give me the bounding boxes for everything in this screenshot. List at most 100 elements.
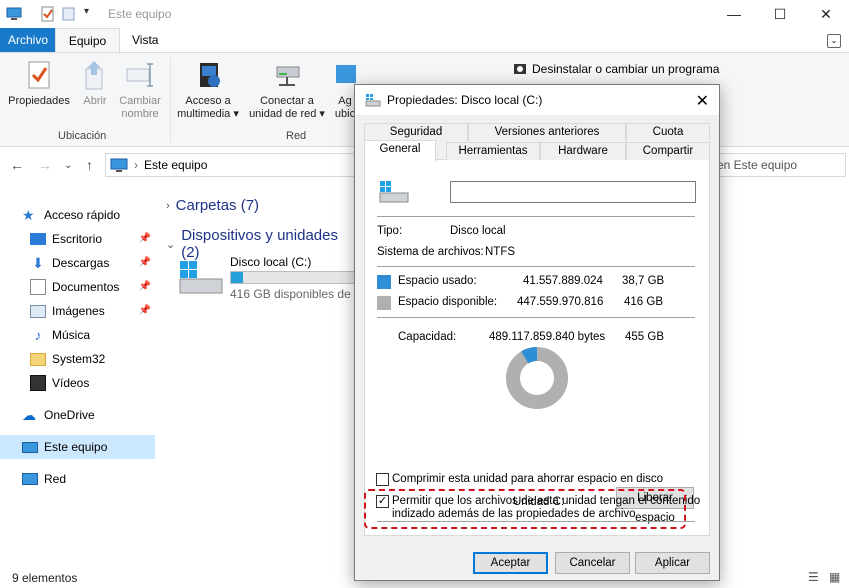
rename-button[interactable]: Cambiar nombre	[116, 59, 164, 121]
sidebar-item-music[interactable]: ♪ Música	[0, 323, 155, 347]
maximize-button[interactable]: ☐	[757, 0, 803, 28]
chevron-down-icon: ⌄	[166, 238, 176, 251]
music-icon: ♪	[34, 327, 42, 343]
ribbon-tabs: Archivo Equipo Vista ⌄	[0, 28, 849, 53]
free-space-gb: 416 GB	[624, 296, 663, 308]
compress-checkbox[interactable]	[376, 473, 389, 486]
video-icon	[30, 375, 46, 391]
tab-equipo[interactable]: Equipo	[55, 28, 120, 53]
pin-icon[interactable]: 📌	[139, 281, 151, 292]
network-icon	[22, 473, 38, 485]
navigation-pane: ★ Acceso rápido Escritorio 📌 ⬇ Descargas…	[0, 195, 160, 565]
sidebar-item-label: Música	[52, 328, 91, 342]
tab-compartir[interactable]: Compartir	[626, 142, 710, 160]
drive-name-input[interactable]	[450, 181, 696, 203]
sidebar-item-label: System32	[52, 352, 106, 366]
sidebar-item-documents[interactable]: Documentos 📌	[0, 275, 155, 299]
add-location-label-1: Ag	[338, 95, 352, 107]
dialog-close-icon[interactable]: ✕	[696, 91, 709, 111]
document-icon	[30, 279, 46, 295]
tab-cuota[interactable]: Cuota	[626, 123, 710, 141]
item-count: 9 elementos	[12, 571, 78, 585]
pin-icon[interactable]: 📌	[139, 305, 151, 316]
sidebar-item-system32[interactable]: System32	[0, 347, 155, 371]
back-arrow-icon[interactable]: ←	[10, 157, 24, 173]
drive-name: Disco local (C:)	[230, 255, 312, 269]
open-button[interactable]: Abrir	[78, 59, 112, 108]
properties-icon	[28, 61, 50, 89]
properties-button[interactable]: Propiedades	[6, 59, 72, 108]
properties-dialog: Propiedades: Disco local (C:) ✕ Segurida…	[354, 84, 720, 581]
sidebar-item-onedrive[interactable]: ☁ OneDrive	[0, 403, 155, 427]
tab-general[interactable]: General	[364, 140, 436, 162]
minimize-button[interactable]: —	[711, 0, 757, 28]
pin-icon[interactable]: 📌	[139, 257, 151, 268]
tab-vista[interactable]: Vista	[124, 28, 166, 53]
tab-versiones-anteriores[interactable]: Versiones anteriores	[468, 123, 626, 141]
folder-icon	[30, 352, 46, 366]
highlight-annotation	[364, 489, 686, 529]
search-input[interactable]: en Este equipo	[706, 153, 846, 177]
group-label-ubicacion: Ubicación	[58, 130, 107, 142]
uninstall-icon	[514, 64, 526, 74]
media-icon	[200, 63, 220, 87]
dialog-title: Propiedades: Disco local (C:)	[387, 93, 543, 107]
tab-hardware[interactable]: Hardware	[540, 142, 626, 160]
properties-quick-icon[interactable]	[40, 6, 56, 22]
pin-icon[interactable]: 📌	[139, 233, 151, 244]
new-folder-quick-icon[interactable]	[62, 6, 76, 22]
capacity-bytes: 489.117.859.840 bytes	[489, 331, 606, 343]
sidebar-item-network[interactable]: Red	[0, 467, 155, 491]
desktop-icon	[30, 233, 46, 245]
folders-header-label: Carpetas (7)	[175, 197, 260, 214]
sidebar-item-downloads[interactable]: ⬇ Descargas 📌	[0, 251, 155, 275]
sidebar-item-quick-access[interactable]: ★ Acceso rápido	[0, 203, 155, 227]
properties-label: Propiedades	[8, 95, 70, 107]
divider	[377, 216, 695, 217]
chevron-right-icon: ›	[166, 199, 170, 212]
media-access-button[interactable]: Acceso a multimedia ▾	[174, 59, 242, 121]
group-divider	[170, 57, 171, 143]
apply-button[interactable]: Aplicar	[635, 552, 710, 574]
ok-button[interactable]: Aceptar	[473, 552, 548, 574]
sidebar-item-this-pc[interactable]: Este equipo	[0, 435, 155, 459]
tab-seguridad[interactable]: Seguridad	[364, 123, 468, 141]
ribbon-expand-icon[interactable]: ⌄	[827, 34, 841, 48]
add-location-icon	[336, 65, 356, 83]
capacity-gb: 455 GB	[625, 331, 664, 343]
forward-arrow-icon[interactable]: →	[38, 157, 52, 173]
up-arrow-icon[interactable]: ↑	[86, 157, 93, 173]
sidebar-item-label: Vídeos	[52, 376, 90, 390]
used-space-gb: 38,7 GB	[622, 275, 665, 287]
sidebar-item-videos[interactable]: Vídeos	[0, 371, 155, 395]
sidebar-item-label: Documentos	[52, 280, 120, 294]
sidebar-item-desktop[interactable]: Escritorio 📌	[0, 227, 155, 251]
quick-access-dropdown-icon[interactable]: ▾	[84, 6, 89, 22]
used-space-swatch	[377, 275, 391, 289]
sidebar-item-label: Acceso rápido	[44, 208, 121, 222]
sidebar-item-pictures[interactable]: Imágenes 📌	[0, 299, 155, 323]
free-space-bytes: 447.559.970.816	[517, 296, 604, 308]
close-button[interactable]: ✕	[803, 0, 849, 28]
uninstall-program-button[interactable]: Desinstalar o cambiar un programa	[513, 62, 719, 76]
folders-section-header[interactable]: › Carpetas (7)	[166, 197, 259, 214]
tab-archivo[interactable]: Archivo	[0, 28, 56, 53]
large-icons-view-icon[interactable]: ▦	[829, 570, 840, 584]
add-location-label-2: ubic	[334, 108, 356, 120]
group-label-red: Red	[286, 130, 307, 142]
cancel-button[interactable]: Cancelar	[555, 552, 630, 574]
details-view-icon[interactable]: ☰	[808, 570, 819, 584]
drive-tile[interactable]: Disco local (C:) 416 GB disponibles de 4	[178, 253, 378, 301]
recent-dropdown-icon[interactable]: ⌄	[64, 160, 72, 171]
drive-free-text: 416 GB disponibles de 4	[230, 287, 361, 301]
add-location-button[interactable]: Ag ubic	[334, 59, 356, 121]
star-icon: ★	[22, 207, 35, 223]
divider	[377, 317, 695, 318]
map-drive-button[interactable]: Conectar a unidad de red ▾	[246, 59, 328, 121]
free-space-label: Espacio disponible:	[398, 296, 498, 308]
computer-icon	[22, 441, 38, 453]
rename-label-1: Cambiar	[119, 95, 161, 107]
download-icon: ⬇	[32, 255, 44, 271]
tab-herramientas[interactable]: Herramientas	[446, 142, 540, 160]
computer-icon	[6, 7, 22, 20]
